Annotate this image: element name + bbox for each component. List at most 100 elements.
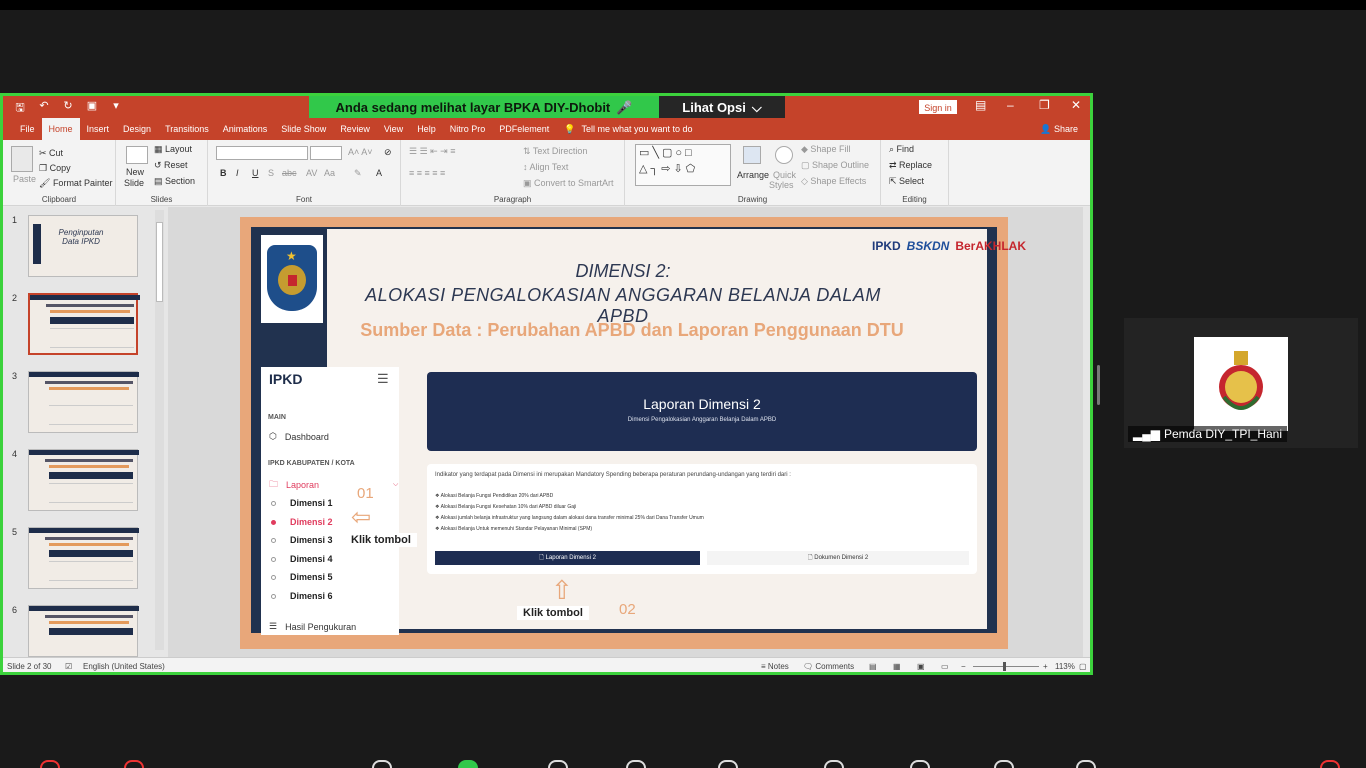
bold-icon[interactable]: B (220, 168, 227, 178)
new-slide-label-2[interactable]: Slide (124, 178, 144, 188)
tab-pdfelement[interactable]: PDFelement (492, 118, 556, 140)
font-name-field[interactable] (216, 146, 308, 160)
panel-resize-handle[interactable] (1097, 365, 1100, 405)
current-slide[interactable]: ★ IPKD BSKDN BerAKHLAK DIMENSI 2: ALOKAS… (240, 217, 1026, 649)
find-button[interactable]: ⌕ Find (889, 144, 914, 155)
record-icon[interactable] (626, 760, 646, 768)
tab-home[interactable]: Home (41, 118, 80, 140)
new-slide-label[interactable]: New (126, 167, 144, 177)
normal-view-icon[interactable]: ▤ (869, 662, 877, 671)
more-icon[interactable] (1076, 760, 1096, 768)
ribbon-display-icon[interactable]: ▤ (975, 98, 986, 112)
font-color-icon[interactable]: A (376, 168, 382, 178)
shape-fill-button[interactable]: ◆ Shape Fill (801, 144, 850, 155)
font-grow-icon[interactable]: A˄ A˅ (348, 147, 373, 157)
tab-help[interactable]: Help (410, 118, 443, 140)
layout-button[interactable]: ▦ Layout (154, 144, 192, 155)
redo-icon[interactable]: ↻ (61, 99, 75, 118)
paste-icon[interactable] (11, 146, 33, 172)
shape-outline-button[interactable]: ▢ Shape Outline (801, 160, 869, 171)
tab-view[interactable]: View (377, 118, 410, 140)
canvas-scrollbar[interactable] (1083, 207, 1090, 657)
align-icons[interactable]: ≡ ≡ ≡ ≡ ≡ (409, 168, 445, 178)
clear-format-icon[interactable]: ⊘ (384, 147, 392, 158)
sign-in-button[interactable]: Sign in (919, 100, 957, 114)
tab-design[interactable]: Design (116, 118, 158, 140)
text-direction-button[interactable]: ⇅ Text Direction (523, 146, 587, 157)
mic-muted-icon[interactable] (40, 760, 60, 768)
share-button[interactable]: 👤 Share (1040, 124, 1078, 135)
close-icon[interactable]: ✕ (1071, 98, 1081, 112)
spellcheck-icon[interactable]: ☑ (65, 662, 72, 671)
zoom-level[interactable]: 113% (1055, 662, 1075, 671)
settings-icon[interactable] (994, 760, 1014, 768)
paste-label[interactable]: Paste (13, 174, 36, 184)
shadow-icon[interactable]: S (268, 168, 274, 178)
chat-icon[interactable] (548, 760, 568, 768)
quick-styles-label-2[interactable]: Styles (769, 180, 794, 190)
font-size-field[interactable] (310, 146, 342, 160)
customize-icon[interactable]: ▾ (109, 99, 123, 118)
tab-transitions[interactable]: Transitions (158, 118, 216, 140)
restore-icon[interactable]: ❐ (1039, 98, 1050, 112)
slide-thumbnail-6[interactable] (28, 605, 139, 657)
tab-animations[interactable]: Animations (216, 118, 275, 140)
spacing-icon[interactable]: AV (306, 168, 317, 178)
select-button[interactable]: ⇱ Select (889, 176, 924, 187)
slide-thumbnail-3[interactable] (28, 371, 139, 433)
whiteboard-icon[interactable] (910, 760, 930, 768)
slide-thumbnail-1[interactable]: Penginputan Data IPKD (28, 215, 138, 277)
tab-file[interactable]: File (13, 118, 42, 140)
slide-thumbnail-5[interactable] (28, 527, 139, 589)
quick-styles-icon[interactable] (775, 146, 793, 164)
highlight-icon[interactable]: ✎ (354, 168, 362, 179)
zoom-slider[interactable] (973, 666, 1039, 667)
tab-insert[interactable]: Insert (80, 118, 117, 140)
sorter-view-icon[interactable]: ▦ (893, 662, 901, 671)
undo-icon[interactable]: ↶ (37, 99, 51, 118)
notes-button[interactable]: ≡ Notes (761, 662, 789, 671)
participant-tile[interactable]: ▂▄▆ Pemda DIY_TPI_Hani (1124, 318, 1358, 448)
video-off-icon[interactable] (124, 760, 144, 768)
zoom-slider-thumb[interactable] (1003, 662, 1006, 671)
thumbnails-scrollbar[interactable] (155, 210, 164, 650)
apps-icon[interactable] (824, 760, 844, 768)
zoom-out-icon[interactable]: − (961, 662, 966, 671)
comments-button[interactable]: 🗨 Comments (803, 662, 854, 671)
italic-icon[interactable]: I (236, 168, 239, 178)
reading-view-icon[interactable]: ▣ (917, 662, 925, 671)
replace-button[interactable]: ⇄ Replace (889, 160, 932, 171)
language-label[interactable]: English (United States) (83, 662, 165, 671)
new-slide-icon[interactable] (126, 146, 148, 164)
format-painter-button[interactable]: 🖌 Format Painter (39, 178, 112, 189)
tell-me-box[interactable]: 💡 Tell me what you want to do (564, 124, 692, 135)
arrange-icon[interactable] (743, 146, 761, 164)
shape-effects-button[interactable]: ◇ Shape Effects (801, 176, 866, 187)
arrange-label[interactable]: Arrange (737, 170, 769, 180)
present-icon[interactable]: ▣ (85, 99, 99, 118)
quick-styles-label[interactable]: Quick (773, 170, 796, 180)
section-button[interactable]: ▤ Section (154, 176, 195, 187)
tab-nitro-pro[interactable]: Nitro Pro (443, 118, 493, 140)
tab-review[interactable]: Review (333, 118, 377, 140)
zoom-in-icon[interactable]: + (1043, 662, 1048, 671)
strikethrough-icon[interactable]: abc (282, 168, 297, 178)
copy-button[interactable]: ❐ Copy (39, 163, 71, 174)
case-icon[interactable]: Aa (324, 168, 335, 178)
fit-slide-icon[interactable]: ▢ (1079, 662, 1087, 671)
share-screen-icon[interactable] (458, 760, 478, 768)
reactions-icon[interactable] (718, 760, 738, 768)
align-text-button[interactable]: ↕ Align Text (523, 162, 568, 172)
tab-slide-show[interactable]: Slide Show (274, 118, 333, 140)
scroll-thumb[interactable] (156, 222, 163, 302)
leave-icon[interactable] (1320, 760, 1340, 768)
minimize-icon[interactable]: – (1007, 98, 1014, 112)
slide-thumbnail-4[interactable] (28, 449, 139, 511)
underline-icon[interactable]: U (252, 168, 259, 178)
slideshow-view-icon[interactable]: ▭ (941, 662, 949, 671)
cut-button[interactable]: ✂ Cut (39, 148, 63, 159)
slide-thumbnail-2[interactable] (28, 293, 140, 355)
convert-smartart-button[interactable]: ▣ Convert to SmartArt (523, 178, 614, 189)
view-options-button[interactable]: Lihat Opsi ⌵ (659, 96, 785, 119)
participants-icon[interactable] (372, 760, 392, 768)
